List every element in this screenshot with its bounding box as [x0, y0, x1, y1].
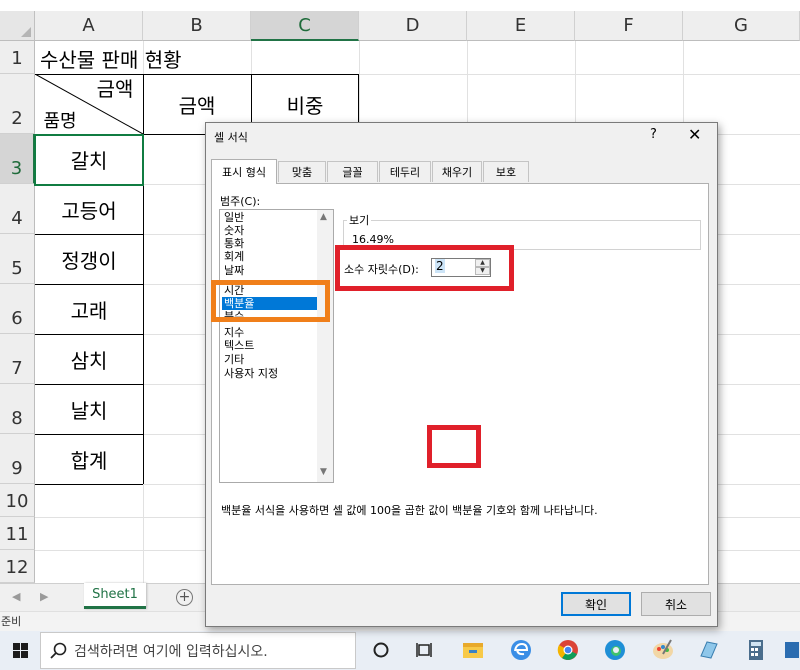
add-sheet-icon[interactable]: +	[176, 589, 193, 606]
scroll-down-icon[interactable]: ▼	[320, 467, 327, 477]
calculator-icon[interactable]	[744, 638, 768, 662]
row-header-8[interactable]: 8	[0, 384, 35, 434]
row-header-9[interactable]: 9	[0, 434, 35, 484]
sample-label: 보기	[347, 212, 372, 228]
windows-start-button[interactable]	[0, 631, 40, 670]
paint-icon[interactable]	[651, 638, 675, 662]
item-cell[interactable]: 날치	[35, 384, 143, 434]
highlight-box-red-empty	[427, 425, 481, 468]
active-cell-outline	[34, 134, 144, 186]
sheet-prev-arrow-icon[interactable]: ◀	[12, 590, 20, 603]
tab-font[interactable]: 글꼴	[327, 161, 378, 182]
taskbar-search-placeholder: 검색하려면 여기에 입력하십시오.	[74, 644, 268, 660]
edge-icon[interactable]	[603, 638, 627, 662]
category-number[interactable]: 숫자	[222, 224, 317, 237]
row-header-11[interactable]: 11	[0, 517, 35, 550]
category-date[interactable]: 날짜	[222, 264, 317, 277]
row-header-1[interactable]: 1	[0, 41, 35, 74]
category-label: 범주(C):	[220, 195, 261, 208]
task-view-icon[interactable]	[414, 638, 438, 662]
close-icon[interactable]: ✕	[688, 125, 701, 144]
cancel-button[interactable]: 취소	[641, 592, 711, 616]
column-header-b[interactable]: B	[143, 11, 251, 41]
ok-button[interactable]: 확인	[561, 592, 631, 616]
select-all-corner[interactable]	[0, 11, 35, 41]
column-header-e[interactable]: E	[467, 11, 575, 41]
tab-number[interactable]: 표시 형식	[211, 159, 277, 184]
screen: A B C D E F G 1 2 3 4 5 6 7 8 9 10 11 12…	[0, 0, 800, 670]
app-icon[interactable]	[782, 638, 800, 662]
notepad-icon[interactable]	[697, 638, 721, 662]
category-scrollbar[interactable]	[317, 210, 333, 482]
edge-legacy-icon[interactable]	[509, 638, 533, 662]
header-diag-item: 품명	[43, 111, 77, 132]
category-scientific[interactable]: 지수	[222, 326, 317, 339]
tab-alignment[interactable]: 맞춤	[278, 161, 326, 182]
category-custom[interactable]: 사용자 지정	[222, 367, 317, 380]
category-text[interactable]: 텍스트	[222, 339, 317, 352]
column-header-c[interactable]: C	[251, 11, 359, 41]
table-border	[35, 484, 143, 485]
row-header-7[interactable]: 7	[0, 334, 35, 384]
chrome-icon[interactable]	[556, 638, 580, 662]
category-special[interactable]: 기타	[222, 353, 317, 366]
header-diag-amount: 금액	[96, 76, 134, 101]
column-header-f[interactable]: F	[575, 11, 683, 41]
cortana-icon[interactable]	[369, 638, 393, 662]
row-header-2[interactable]: 2	[0, 74, 35, 134]
tab-protection[interactable]: 보호	[483, 161, 529, 182]
highlight-box-red	[335, 245, 514, 291]
windows-logo-icon	[12, 643, 28, 658]
row-header-4[interactable]: 4	[0, 184, 35, 234]
category-accounting[interactable]: 회계	[222, 250, 317, 263]
row-header-6[interactable]: 6	[0, 284, 35, 334]
item-cell[interactable]: 정갱이	[35, 234, 143, 284]
scroll-up-icon[interactable]: ▲	[320, 212, 327, 222]
row-header-12[interactable]: 12	[0, 550, 35, 583]
dialog-title: 셀 서식	[214, 131, 248, 144]
sheet-next-arrow-icon[interactable]: ▶	[40, 590, 48, 603]
column-header-a[interactable]: A	[35, 11, 143, 41]
file-explorer-icon[interactable]	[461, 638, 485, 662]
item-cell[interactable]: 고래	[35, 284, 143, 334]
item-cell[interactable]: 고등어	[35, 184, 143, 234]
category-general[interactable]: 일반	[222, 211, 317, 224]
tab-fill[interactable]: 채우기	[432, 161, 482, 182]
column-header-g[interactable]: G	[683, 11, 800, 41]
row-header-3[interactable]: 3	[0, 134, 35, 184]
category-currency[interactable]: 통화	[222, 237, 317, 250]
help-icon[interactable]: ?	[650, 127, 657, 142]
sheet-title-cell[interactable]: 수산물 판매 현황	[40, 44, 182, 73]
sheet-tab-sheet1[interactable]: Sheet1	[84, 583, 146, 609]
row-header-10[interactable]: 10	[0, 484, 35, 517]
highlight-box-orange	[211, 280, 330, 322]
column-header-d[interactable]: D	[359, 11, 467, 41]
format-description: 백분율 서식을 사용하면 셀 값에 100을 곱한 값이 백분율 기호와 함께 …	[221, 504, 598, 517]
item-cell[interactable]: 삼치	[35, 334, 143, 384]
search-icon	[50, 642, 67, 659]
tab-border[interactable]: 테두리	[379, 161, 431, 182]
row-header-5[interactable]: 5	[0, 234, 35, 284]
item-cell[interactable]: 합계	[35, 434, 143, 484]
